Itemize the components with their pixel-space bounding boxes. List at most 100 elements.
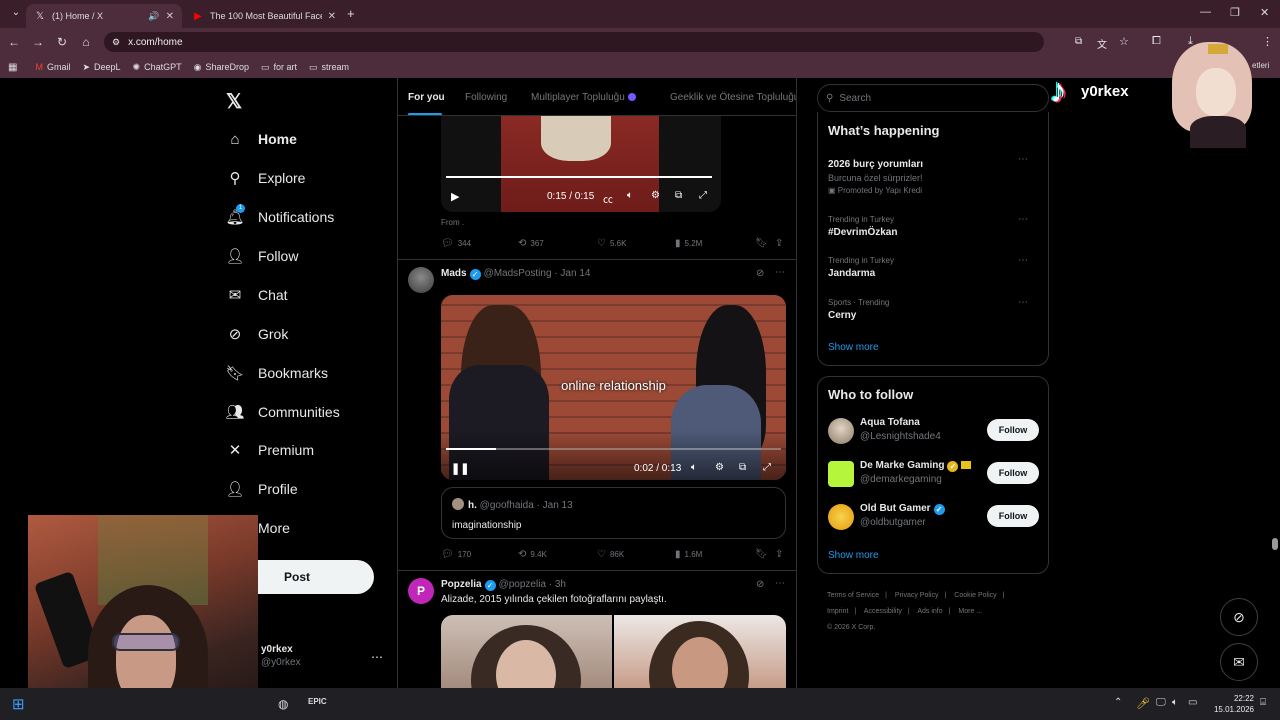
grok-floating-button[interactable]: ⊘ — [1220, 598, 1258, 636]
install-icon[interactable]: ⧉ — [1075, 36, 1082, 47]
follow-button[interactable]: Follow — [987, 505, 1039, 527]
steam-icon[interactable]: ◍ — [278, 697, 288, 711]
tweet2-video[interactable]: online relationship ❚❚ 0:02 / 0:13 🔈︎ ⚙ … — [441, 295, 786, 480]
trend-item[interactable]: Trending in Turkey #DevrimÖzkan — [828, 215, 1040, 238]
nav-chat[interactable]: ✉ Chat — [226, 286, 288, 304]
like-button[interactable]: ♡ 5.6K — [597, 238, 626, 249]
x-logo-icon[interactable]: 𝕏 — [226, 89, 242, 114]
tab-x-home[interactable]: 𝕏 (1) Home / X 🔊 ✕ — [26, 4, 182, 28]
tweet-image[interactable] — [614, 615, 786, 688]
footer-link[interactable]: Imprint — [827, 608, 848, 615]
chevron-up-icon[interactable]: ⌃ — [1114, 697, 1122, 708]
nav-explore[interactable]: ⚲ Explore — [226, 169, 306, 187]
close-tab-icon[interactable]: ✕ — [328, 11, 336, 22]
settings-icon[interactable]: ⚙ — [715, 462, 724, 473]
nav-premium[interactable]: ✕ Premium — [226, 441, 314, 459]
restore-icon[interactable]: ❐ — [1230, 6, 1240, 19]
views-button[interactable]: ▮ 5.2M — [675, 238, 702, 249]
windows-start-icon[interactable]: ⊞ — [12, 695, 25, 713]
microphone-icon[interactable]: 🎤︎ — [1136, 697, 1150, 710]
trend-more-icon[interactable]: ⋯ — [1018, 154, 1028, 165]
nav-bookmarks[interactable]: 🔖︎ Bookmarks — [225, 364, 328, 382]
footer-link[interactable]: Ads info — [917, 608, 942, 615]
extensions-icon[interactable]: ⧠ — [1152, 35, 1161, 48]
follow-button[interactable]: Follow — [987, 462, 1039, 484]
fullscreen-icon[interactable]: ⤢ — [699, 190, 707, 201]
reload-icon[interactable]: ↻ — [50, 35, 74, 49]
minimize-icon[interactable]: — — [1200, 6, 1211, 18]
nav-communities[interactable]: 👥︎ Communities — [225, 403, 339, 421]
quoted-tweet[interactable]: h. @goofhaida · Jan 13 imaginationship — [441, 487, 786, 539]
tweet-author-handle[interactable]: @MadsPosting — [484, 268, 552, 279]
footer-link[interactable]: Privacy Policy — [895, 592, 939, 599]
url-field[interactable]: ⚙ x.com/home — [104, 32, 1044, 52]
back-icon[interactable]: ← — [2, 35, 26, 49]
show-more-link[interactable]: Show more — [828, 342, 879, 353]
bookmark-deepl[interactable]: ➤ DeepL — [82, 62, 120, 73]
forward-icon[interactable]: → — [26, 35, 50, 49]
account-more-icon[interactable]: ⋯ — [371, 650, 383, 664]
search-input[interactable]: ⚲ Search — [817, 84, 1049, 112]
footer-link[interactable]: Cookie Policy — [954, 592, 996, 599]
avatar[interactable]: P — [408, 578, 434, 604]
bookmark-button[interactable]: 🔖︎ — [755, 549, 772, 560]
volume-icon[interactable]: 🔈︎ — [691, 462, 697, 473]
captions-icon[interactable]: ㏄ — [603, 191, 613, 206]
new-tab-button[interactable]: + — [347, 6, 355, 21]
tweet-image[interactable] — [441, 615, 612, 688]
menu-icon[interactable]: ⋮ — [1262, 35, 1273, 48]
nav-follow[interactable]: 👤︎ Follow — [225, 247, 298, 265]
bookmark-sharedrop[interactable]: ◉ ShareDrop — [194, 62, 249, 73]
bookmark-gmail[interactable]: M Gmail — [35, 62, 70, 72]
repost-button[interactable]: ⟲ 9.4K — [518, 549, 547, 560]
bookmark-button[interactable]: 🔖︎ — [755, 238, 772, 249]
follow-suggestion[interactable]: Aqua Tofana @Lesnightshade4 Follow — [828, 417, 1040, 447]
tweet-more-icon[interactable]: ⋯ — [775, 267, 785, 278]
pip-icon[interactable]: ⧉ — [739, 462, 746, 473]
footer-link[interactable]: Accessibility — [864, 608, 902, 615]
trend-item[interactable]: 2026 burç yorumları Burcuna özel sürpriz… — [828, 156, 1040, 195]
scrollbar-thumb[interactable] — [1272, 538, 1278, 550]
bookmark-chatgpt[interactable]: ✺ ChatGPT — [133, 62, 182, 73]
notification-center-icon[interactable]: ⌸ — [1260, 697, 1266, 708]
footer-link[interactable]: Terms of Service — [827, 592, 879, 599]
tab-geeklik-community[interactable]: Geeklik ve Ötesine Topluluğu — [670, 92, 796, 103]
follow-suggestion[interactable]: Old But Gamer ✓ @oldbutgamer Follow — [828, 503, 1040, 533]
tweet-more-icon[interactable]: ⋯ — [775, 578, 785, 589]
tweet-author-handle[interactable]: @popzelia — [499, 579, 546, 590]
footer-link[interactable]: More ... — [958, 608, 982, 615]
close-tab-icon[interactable]: ✕ — [166, 11, 174, 22]
tweet-author-name[interactable]: Mads — [441, 268, 467, 279]
network-icon[interactable]: 🖵︎ — [1156, 697, 1166, 708]
grok-analyze-icon[interactable]: ⊘ — [756, 268, 764, 279]
video-progress[interactable] — [446, 176, 712, 178]
battery-icon[interactable]: ▭ — [1188, 697, 1197, 708]
nav-home[interactable]: ⌂ Home — [226, 130, 296, 148]
site-info-icon[interactable]: ⚙ — [112, 37, 120, 48]
clock[interactable]: 22:22 15.01.2026 — [1210, 693, 1254, 715]
tab-youtube[interactable]: ▶ The 100 Most Beautiful Faces of ✕ — [184, 4, 344, 28]
bookmark-folder-stream[interactable]: ▭ stream — [309, 62, 349, 73]
account-switcher[interactable]: y0rkex @y0rkex — [261, 644, 301, 668]
reply-button[interactable]: 💬︎ 344 — [441, 238, 471, 249]
video-progress-track[interactable] — [446, 448, 781, 450]
close-window-icon[interactable]: ✕ — [1260, 6, 1269, 19]
pause-icon[interactable]: ❚❚ — [451, 462, 469, 475]
trend-more-icon[interactable]: ⋯ — [1018, 297, 1028, 308]
tweet1-video[interactable]: ▶ 0:15 / 0:15 ㏄ 🔈︎ ⚙ ⧉ ⤢ — [441, 116, 721, 212]
tweet-date[interactable]: · Jan 14 — [554, 268, 590, 279]
speaker-icon[interactable]: 🔊 — [148, 11, 159, 22]
grok-analyze-icon[interactable]: ⊘ — [756, 579, 764, 590]
trend-item[interactable]: Sports · Trending Cerny — [828, 298, 1040, 321]
messages-floating-button[interactable]: ✉ — [1220, 643, 1258, 681]
trend-more-icon[interactable]: ⋯ — [1018, 214, 1028, 225]
home-page-icon[interactable]: ⌂ — [74, 35, 98, 49]
share-button[interactable]: ⇪ — [775, 549, 787, 560]
settings-icon[interactable]: ⚙ — [651, 190, 660, 201]
tab-for-you[interactable]: For you — [408, 92, 445, 103]
reply-button[interactable]: 💬︎ 170 — [441, 549, 471, 560]
trend-item[interactable]: Trending in Turkey Jandarma — [828, 256, 1040, 279]
tweet-author-name[interactable]: Popzelia — [441, 579, 482, 590]
play-icon[interactable]: ▶ — [451, 190, 459, 203]
tweet-date[interactable]: · 3h — [549, 579, 566, 590]
